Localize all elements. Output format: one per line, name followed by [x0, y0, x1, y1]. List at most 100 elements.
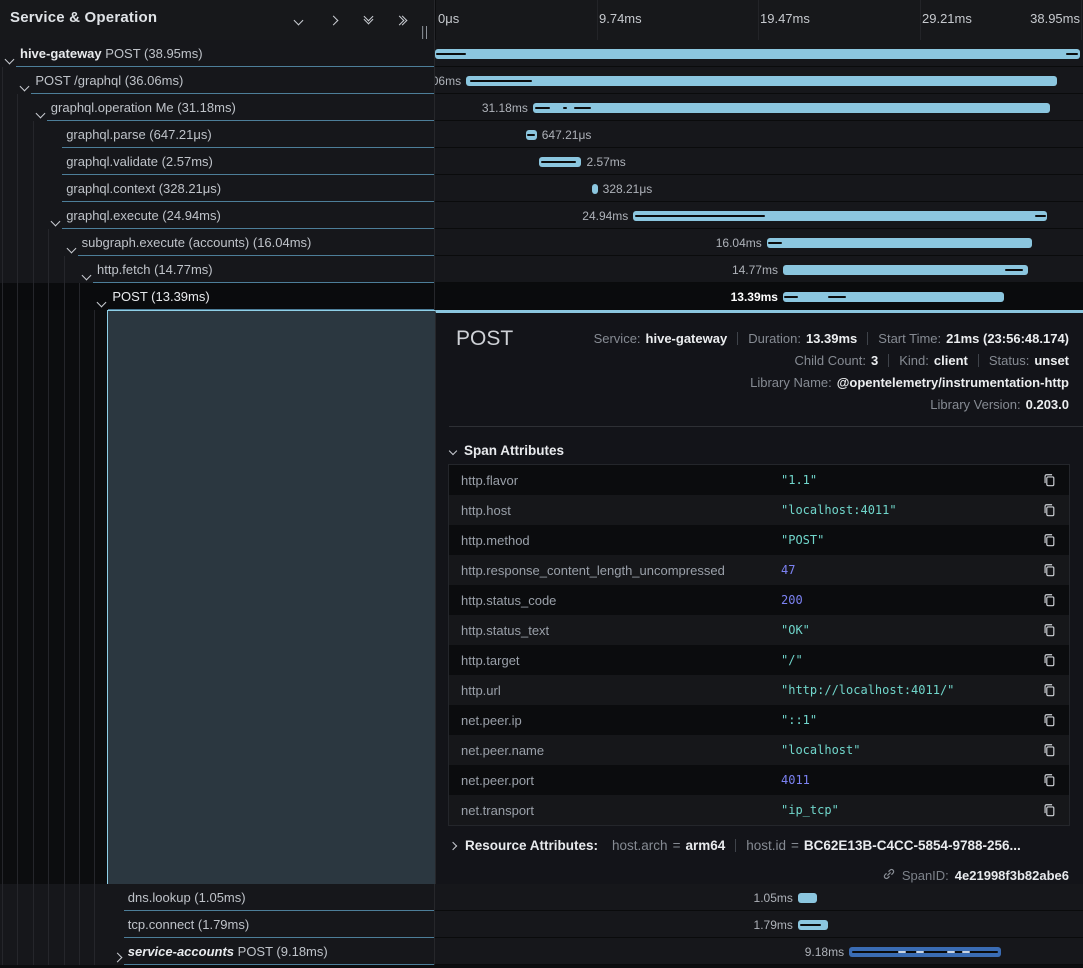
expand-all-icon[interactable]	[396, 13, 410, 27]
resource-value: BC62E13B-C4CC-5854-9788-256...	[804, 838, 1021, 853]
span-row[interactable]: graphql.execute (24.94ms)24.94ms	[0, 202, 1083, 229]
tree-indent-guide	[33, 256, 34, 283]
span-row[interactable]: graphql.parse (647.21μs)647.21μs	[0, 121, 1083, 148]
span-bar-cell[interactable]: 1.05ms	[435, 884, 1083, 911]
tree-indent-guide	[17, 148, 18, 175]
tree-indent-guide	[48, 310, 49, 884]
copy-icon[interactable]	[1041, 712, 1057, 728]
span-row[interactable]: service-accounts POST (9.18ms)9.18ms	[0, 938, 1083, 965]
span-row[interactable]: POST (13.39ms)13.39ms	[0, 283, 1083, 310]
span-duration-bar[interactable]	[767, 238, 1032, 248]
span-name: tcp.connect (1.79ms)	[128, 917, 249, 932]
chevron-down-icon[interactable]	[6, 50, 13, 67]
span-name-cell[interactable]: hive-gateway POST (38.95ms)	[0, 40, 435, 67]
span-attributes-toggle[interactable]: Span Attributes	[450, 443, 564, 458]
link-icon[interactable]	[882, 867, 896, 884]
span-bar-cell[interactable]: 31.18ms	[435, 94, 1083, 121]
tree-indent-guide	[64, 256, 65, 283]
span-row[interactable]: http.fetch (14.77ms) 14.77ms	[0, 256, 1083, 283]
span-duration-bar[interactable]	[592, 184, 598, 194]
chevron-down-icon[interactable]	[68, 239, 75, 256]
tree-indent-guide	[94, 938, 95, 965]
span-row[interactable]: hive-gateway POST (38.95ms)	[0, 40, 1083, 67]
attribute-key: http.response_content_length_uncompresse…	[461, 563, 781, 578]
ruler-tick: 38.95ms	[1030, 11, 1080, 26]
span-row[interactable]: dns.lookup (1.05ms)1.05ms	[0, 884, 1083, 911]
attribute-row: http.flavor"1.1"	[449, 465, 1069, 495]
span-bar-cell[interactable]: 24.94ms	[435, 202, 1083, 229]
span-name-cell[interactable]: POST /graphql (36.06ms)	[0, 67, 435, 94]
span-bar-cell[interactable]: 9.18ms	[435, 938, 1083, 965]
tree-indent-guide	[94, 310, 95, 884]
span-duration-bar[interactable]	[533, 103, 1050, 113]
span-name-cell[interactable]: POST (13.39ms)	[0, 283, 435, 310]
chevron-right-icon[interactable]	[114, 948, 121, 965]
collapse-all-icon[interactable]	[361, 13, 375, 27]
span-name-cell[interactable]: graphql.context (328.21μs)	[0, 175, 435, 202]
copy-icon[interactable]	[1041, 742, 1057, 758]
span-duration-bar[interactable]	[783, 292, 1004, 302]
span-row[interactable]: graphql.context (328.21μs)328.21μs	[0, 175, 1083, 202]
copy-icon[interactable]	[1041, 622, 1057, 638]
span-name-cell[interactable]: graphql.parse (647.21μs)	[0, 121, 435, 148]
copy-icon[interactable]	[1041, 652, 1057, 668]
column-resize-handle[interactable]: ||	[421, 25, 429, 40]
span-duration-bar[interactable]	[783, 265, 1028, 275]
expand-one-icon[interactable]	[326, 13, 340, 27]
child-span-mark	[527, 134, 535, 136]
copy-icon[interactable]	[1041, 682, 1057, 698]
span-bar-cell[interactable]: 2.57ms	[435, 148, 1083, 175]
span-bar-cell[interactable]: 36.06ms	[435, 67, 1083, 94]
span-name-cell[interactable]: http.fetch (14.77ms)	[0, 256, 435, 283]
span-duration-bar[interactable]	[798, 893, 817, 903]
ruler-tick: 29.21ms	[922, 11, 972, 26]
copy-icon[interactable]	[1041, 472, 1057, 488]
copy-icon[interactable]	[1041, 772, 1057, 788]
span-name-cell[interactable]: service-accounts POST (9.18ms)	[0, 938, 435, 965]
tree-indent-guide	[48, 938, 49, 965]
span-name-cell[interactable]: graphql.execute (24.94ms)	[0, 202, 435, 229]
collapse-one-icon[interactable]	[291, 13, 305, 27]
span-row[interactable]: graphql.validate (2.57ms)2.57ms	[0, 148, 1083, 175]
span-row[interactable]: subgraph.execute (accounts) (16.04ms)16.…	[0, 229, 1083, 256]
span-bar-cell[interactable]: 328.21μs	[435, 175, 1083, 202]
span-name-cell[interactable]: graphql.operation Me (31.18ms)	[0, 94, 435, 121]
chevron-down-icon[interactable]	[98, 293, 105, 310]
span-name-cell[interactable]: graphql.validate (2.57ms)	[0, 148, 435, 175]
span-duration-bar[interactable]	[466, 76, 1057, 86]
span-name-cell[interactable]: subgraph.execute (accounts) (16.04ms)	[0, 229, 435, 256]
copy-icon[interactable]	[1041, 562, 1057, 578]
chevron-down-icon[interactable]	[21, 77, 28, 94]
service-name: hive-gateway	[20, 46, 102, 61]
chevron-down-icon[interactable]	[52, 212, 59, 229]
span-bar-cell[interactable]	[435, 40, 1083, 67]
span-bar-cell[interactable]: 16.04ms	[435, 229, 1083, 256]
span-row[interactable]: tcp.connect (1.79ms) 1.79ms	[0, 911, 1083, 938]
timeline-ruler[interactable]: 0μs9.74ms19.47ms29.21ms38.95ms	[436, 0, 1083, 40]
span-row[interactable]: POST /graphql (36.06ms)36.06ms	[0, 67, 1083, 94]
span-duration-bar[interactable]	[435, 49, 1080, 59]
selected-span-overlay	[107, 310, 435, 884]
span-row[interactable]: graphql.operation Me (31.18ms)31.18ms	[0, 94, 1083, 121]
copy-icon[interactable]	[1041, 502, 1057, 518]
meta-label: Duration:	[748, 331, 801, 346]
span-bar-cell[interactable]: 1.79ms	[435, 911, 1083, 938]
copy-icon[interactable]	[1041, 532, 1057, 548]
chevron-down-icon[interactable]	[83, 266, 90, 283]
copy-icon[interactable]	[1041, 802, 1057, 818]
resource-attributes-toggle[interactable]: Resource Attributes: host.arch=arm64host…	[450, 838, 1069, 853]
meta-value: 3	[871, 353, 878, 368]
span-name: http.fetch (14.77ms)	[97, 262, 213, 277]
tree-indent-guide	[17, 283, 18, 310]
chevron-down-icon[interactable]	[37, 104, 44, 121]
span-name-cell[interactable]: tcp.connect (1.79ms)	[0, 911, 435, 938]
tree-indent-guide	[17, 121, 18, 148]
span-bar-cell[interactable]: 14.77ms	[435, 256, 1083, 283]
span-name-cell[interactable]: dns.lookup (1.05ms)	[0, 884, 435, 911]
attribute-value: "OK"	[781, 623, 1041, 637]
span-bar-cell[interactable]: 13.39ms	[435, 283, 1083, 310]
tree-indent-guide	[17, 911, 18, 938]
copy-icon[interactable]	[1041, 592, 1057, 608]
child-span-mark	[470, 80, 532, 82]
span-bar-cell[interactable]: 647.21μs	[435, 121, 1083, 148]
